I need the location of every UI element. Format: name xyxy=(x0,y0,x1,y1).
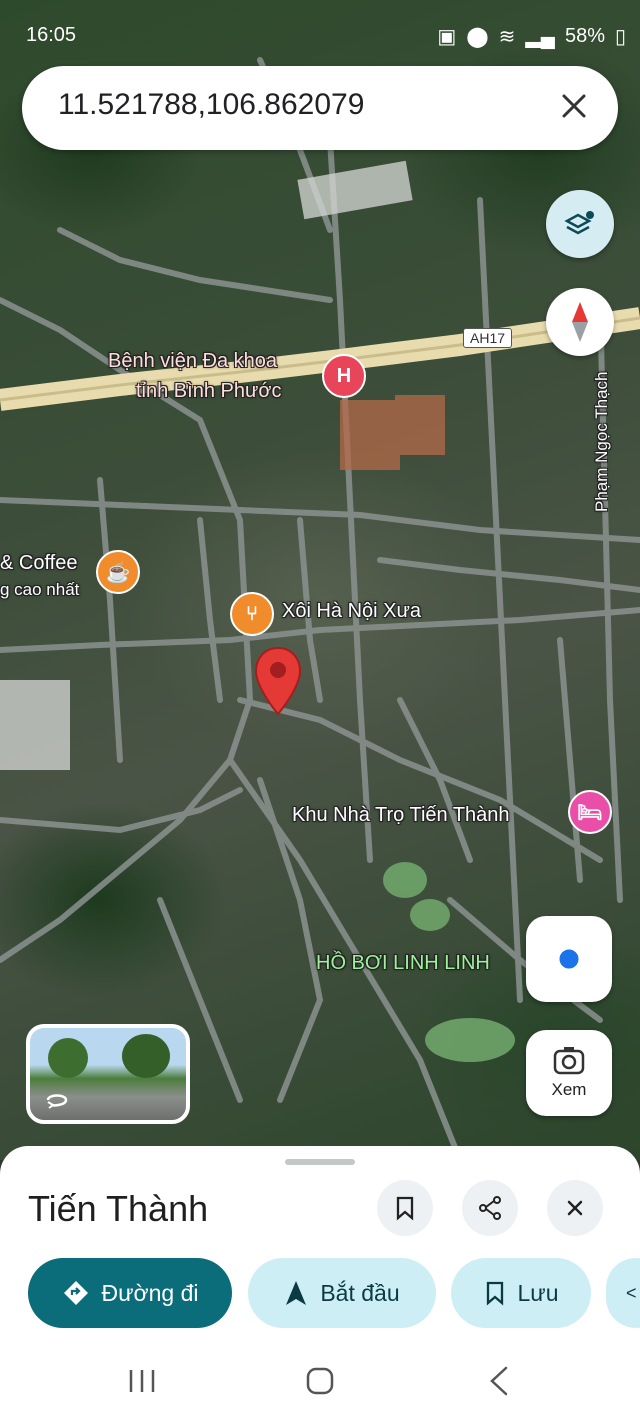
close-icon xyxy=(567,1200,583,1216)
status-icons: ▣ ⬤ ≋ ▂▄ 58% ▯ xyxy=(437,24,626,49)
status-bar: 16:05 ▣ ⬤ ≋ ▂▄ 58% ▯ xyxy=(0,22,640,54)
bookmark-icon xyxy=(396,1196,414,1221)
lens-view-button[interactable]: Xem xyxy=(526,1030,612,1116)
home-icon[interactable] xyxy=(305,1366,335,1396)
signal-icon: ▂▄ xyxy=(525,26,555,48)
search-query[interactable]: 11.521788,106.862079 xyxy=(58,88,364,122)
save-label: Lưu xyxy=(517,1279,559,1306)
drag-handle[interactable] xyxy=(285,1159,355,1165)
battery-level: 58% xyxy=(564,25,605,47)
place-title: Tiến Thành xyxy=(28,1188,209,1229)
system-nav-bar xyxy=(0,1340,640,1422)
directions-button[interactable]: Đường đi xyxy=(28,1258,232,1328)
compass-button[interactable] xyxy=(546,288,614,356)
street-label: Phạm Ngọc Thạch xyxy=(592,371,611,512)
restaurant-label[interactable]: Xôi Hà Nội Xưa xyxy=(282,600,421,623)
rotate-360-icon xyxy=(46,1094,68,1109)
highway-shield: AH17 xyxy=(463,328,513,348)
wifi-icon: ≋ xyxy=(498,26,516,48)
share-chip-button[interactable]: < xyxy=(606,1258,640,1328)
my-location-button[interactable] xyxy=(526,916,612,1002)
navigation-arrow-icon xyxy=(286,1281,307,1305)
layers-button[interactable] xyxy=(546,190,614,258)
hospital-pin-icon[interactable]: H xyxy=(322,354,366,398)
clock: 16:05 xyxy=(26,24,77,46)
layers-icon xyxy=(564,211,594,235)
tree-shape xyxy=(122,1034,170,1078)
cafe-label-line1[interactable]: & Coffee xyxy=(0,552,77,575)
close-icon[interactable] xyxy=(554,86,594,126)
cafe-pin-icon[interactable]: ☕ xyxy=(96,550,140,594)
hospital-label-line2[interactable]: tỉnh Bình Phước xyxy=(136,380,281,403)
lodging-pin-icon[interactable]: 🛏 xyxy=(568,790,612,834)
back-icon[interactable] xyxy=(488,1366,510,1396)
save-icon-button[interactable] xyxy=(377,1180,433,1236)
start-label: Bắt đầu xyxy=(320,1279,400,1306)
lodging-label[interactable]: Khu Nhà Trọ Tiến Thành xyxy=(292,804,510,827)
compass-icon xyxy=(572,302,588,342)
share-button[interactable] xyxy=(462,1180,518,1236)
hospital-label-line1[interactable]: Bệnh viện Đa khoa xyxy=(108,350,277,373)
location-pin-icon[interactable] xyxy=(254,646,302,716)
lock-icon: ▣ xyxy=(437,26,457,48)
street-view-thumbnail[interactable] xyxy=(26,1024,190,1124)
save-button[interactable]: Lưu xyxy=(451,1258,591,1328)
cafe-label-line2[interactable]: g cao nhất xyxy=(0,580,79,600)
directions-icon xyxy=(63,1281,88,1305)
tree-shape xyxy=(48,1038,88,1078)
restaurant-pin-icon[interactable]: ⑂ xyxy=(230,592,274,636)
share-icon xyxy=(479,1196,501,1220)
location-icon: ⬤ xyxy=(466,26,489,48)
battery-icon: ▯ xyxy=(614,26,626,48)
bookmark-icon xyxy=(486,1281,503,1306)
start-button[interactable]: Bắt đầu xyxy=(248,1258,436,1328)
directions-label: Đường đi xyxy=(101,1279,199,1306)
close-sheet-button[interactable] xyxy=(547,1180,603,1236)
view-label: Xem xyxy=(551,1080,587,1099)
camera-icon xyxy=(553,1047,585,1075)
pool-label[interactable]: HỒ BƠI LINH LINH xyxy=(316,952,490,975)
my-location-icon xyxy=(556,946,582,972)
search-bar[interactable]: 11.521788,106.862079 xyxy=(22,66,618,150)
recent-apps-icon[interactable] xyxy=(128,1368,156,1394)
share-chip-icon: < xyxy=(626,1282,637,1303)
